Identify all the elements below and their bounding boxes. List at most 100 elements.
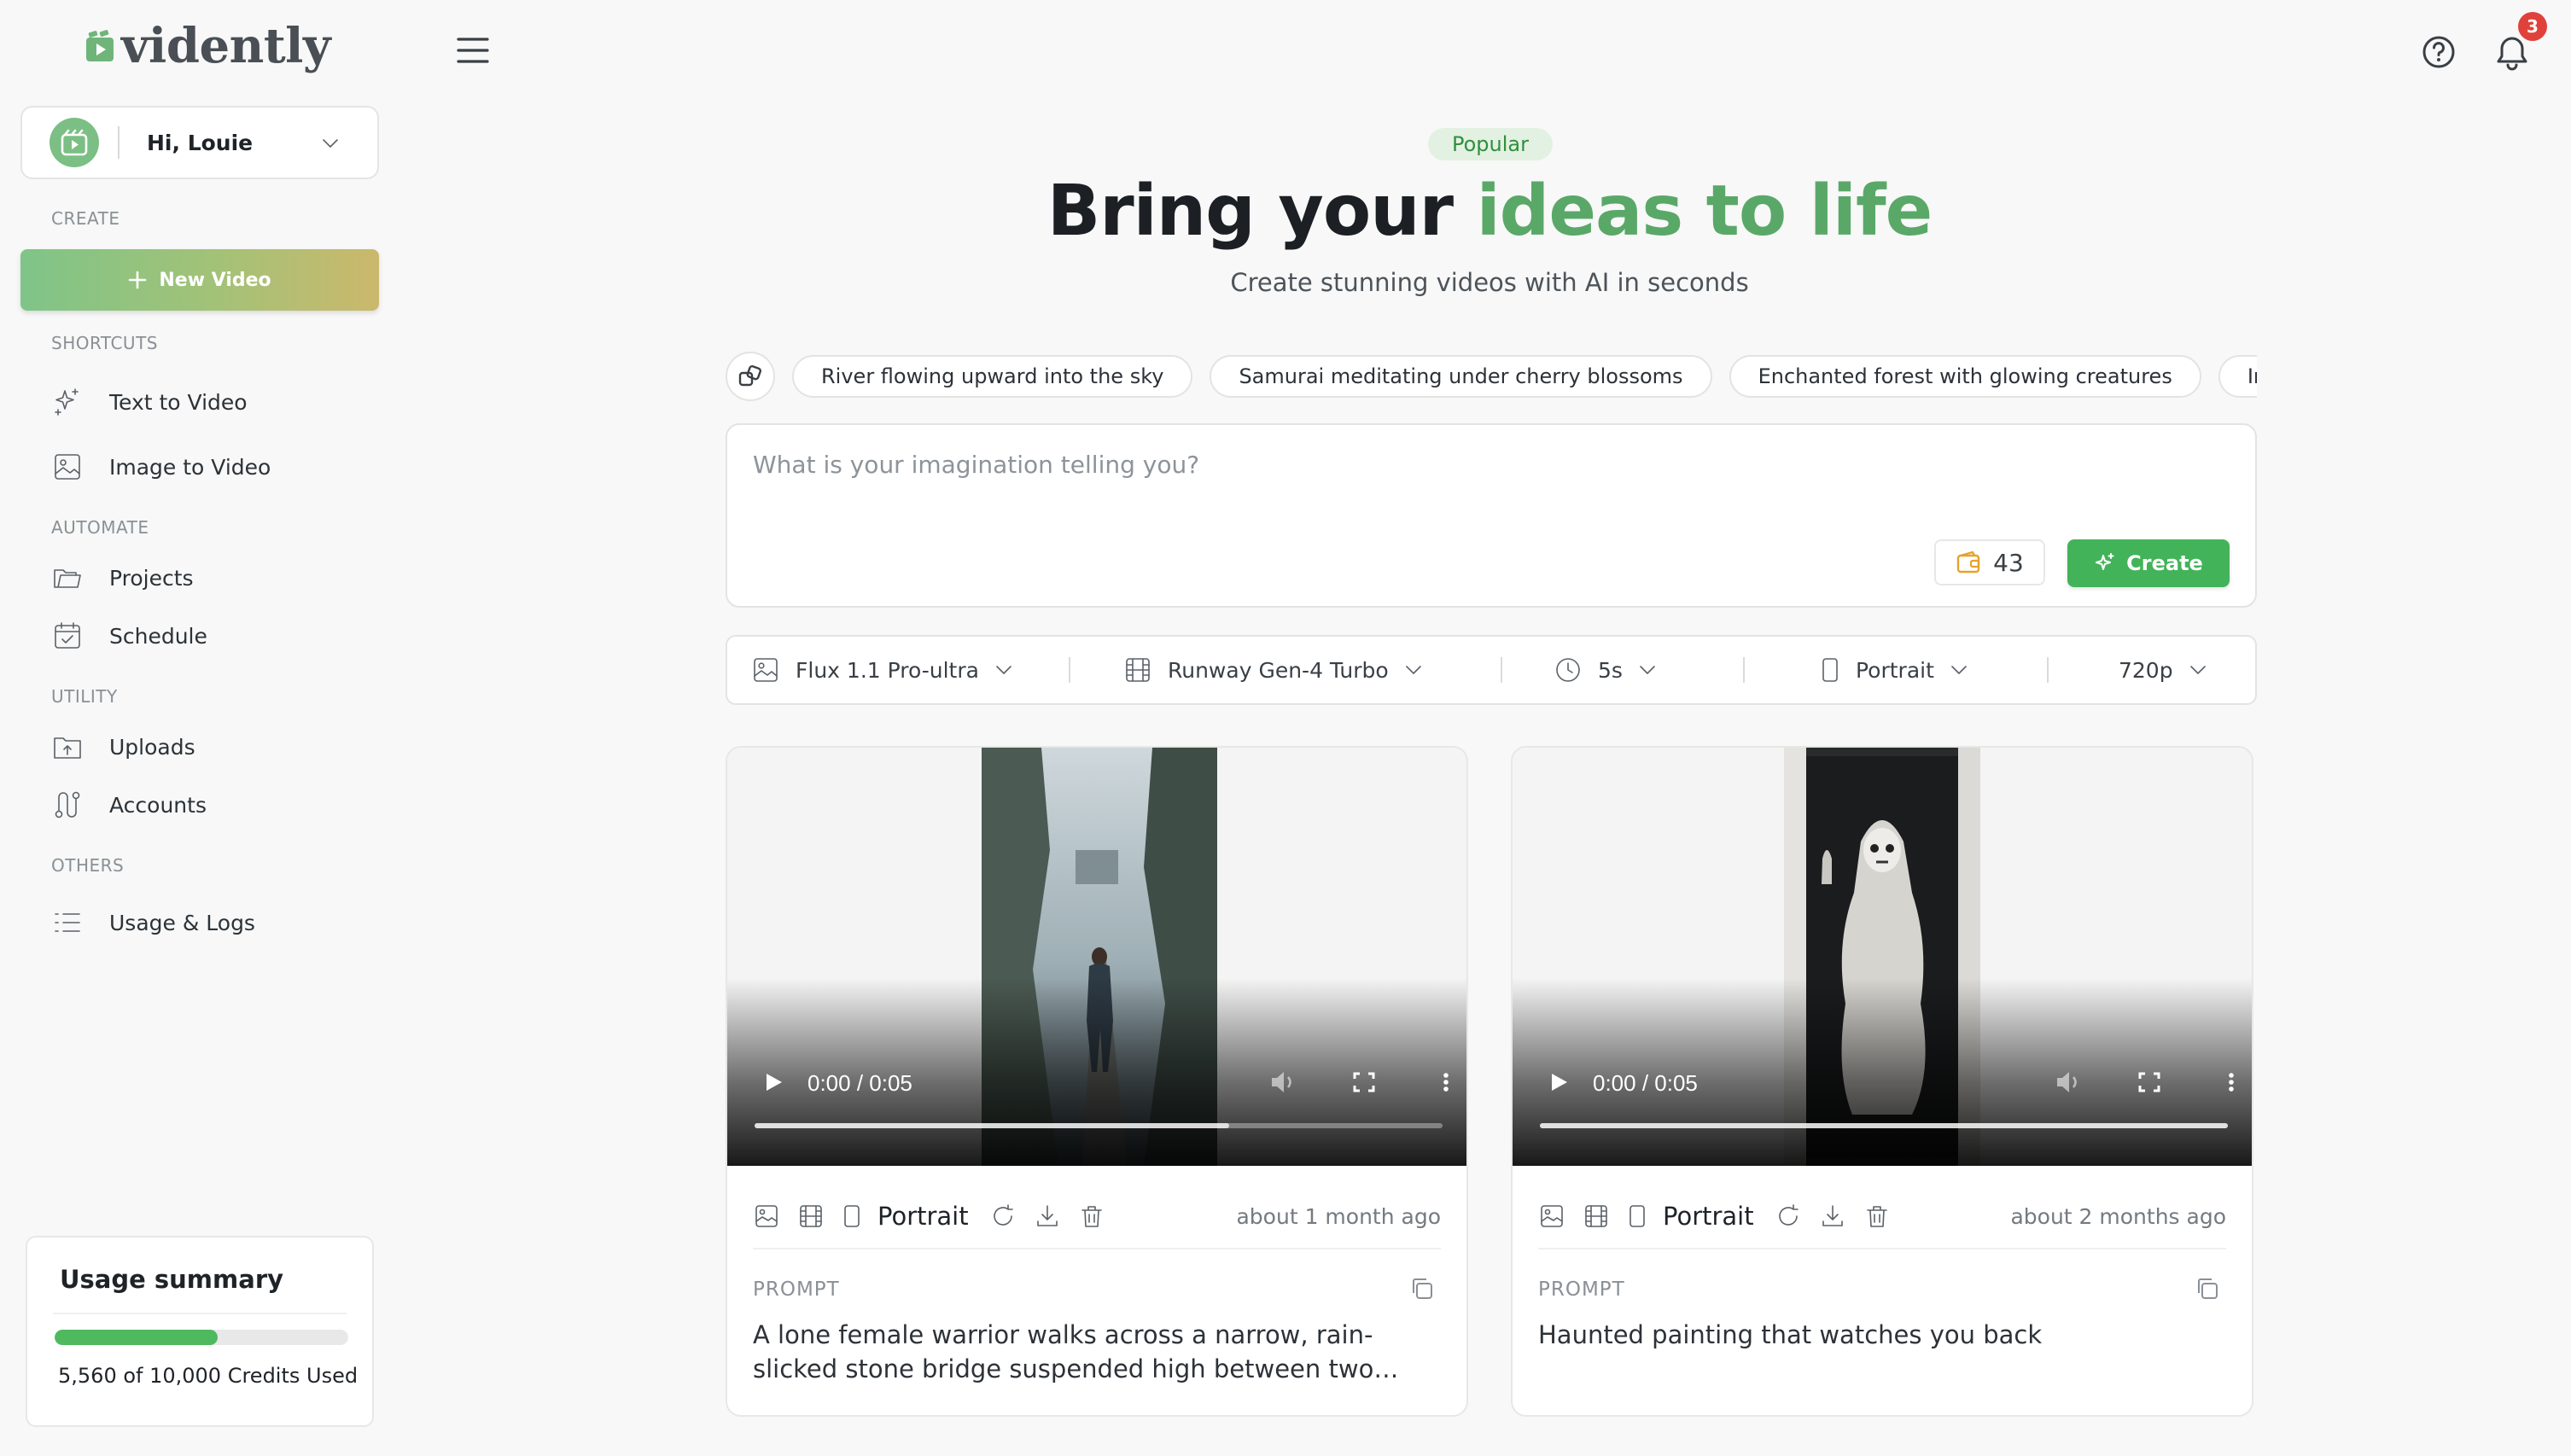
usage-summary-card: Usage summary 5,560 of 10,000 Credits Us… [26,1236,374,1427]
refresh-icon[interactable] [1775,1203,1802,1230]
sidebar-item-image-to-video[interactable]: Image to Video [51,451,271,483]
sidebar-item-schedule[interactable]: Schedule [51,620,207,652]
help-button[interactable] [2421,34,2457,70]
sidebar-item-label: Image to Video [109,454,271,480]
duration-value: 5s [1598,657,1623,683]
image-icon[interactable] [753,1203,780,1230]
video-time: 0:00 / 0:05 [1593,1070,1698,1096]
resolution-select[interactable]: 720p [2119,637,2207,703]
divider [1538,1248,2226,1249]
play-icon[interactable] [756,1063,790,1101]
wallet-icon [1956,550,1980,574]
prompt-label: PROMPT [753,1278,840,1301]
sidebar-item-uploads[interactable]: Uploads [51,731,195,763]
hero-title-accent: ideas to life [1476,171,1933,252]
usage-title: Usage summary [60,1265,284,1294]
hamburger-icon [457,38,489,63]
divider [53,1313,347,1314]
video-player[interactable]: 0:00 / 0:05 [727,748,1466,1166]
film-icon[interactable] [797,1203,825,1230]
sidebar-item-accounts[interactable]: Accounts [51,789,207,821]
menu-toggle-button[interactable] [456,36,490,65]
suggestion-chip[interactable]: Samurai meditating under cherry blossoms [1210,355,1712,398]
video-progress-bar[interactable] [755,1123,1443,1128]
fullscreen-icon[interactable] [1347,1063,1381,1101]
image-icon [55,454,80,480]
video-card: 0:00 / 0:05 Portrait [726,746,1468,1417]
sidebar-item-usage-logs[interactable]: Usage & Logs [51,906,255,939]
help-icon [2422,36,2455,68]
film-icon [1126,658,1150,682]
video-progress-bar[interactable] [1540,1123,2228,1128]
logo-icon [86,30,114,61]
portrait-icon [1822,658,1838,682]
list-icon [55,913,80,932]
divider [1069,657,1070,683]
trash-icon[interactable] [1863,1203,1891,1230]
suggestion-chip[interactable]: Infi [2218,355,2257,398]
orientation-value: Portrait [1856,657,1934,683]
sidebar-item-label: Accounts [109,792,207,818]
fullscreen-icon[interactable] [2132,1063,2166,1101]
user-menu[interactable]: Hi, Louie [20,106,379,179]
image-model-select[interactable]: Flux 1.1 Pro-ultra [751,637,1013,703]
bell-icon [2497,37,2527,71]
resolution-value: 720p [2119,657,2173,683]
usage-text: 5,560 of 10,000 Credits Used [58,1364,359,1388]
credits-counter: 43 [1934,539,2045,585]
usage-progress-fill [55,1330,219,1345]
copy-icon[interactable] [2194,1275,2221,1302]
suggestion-chip[interactable]: Enchanted forest with glowing creatures [1729,355,2201,398]
orientation-select[interactable]: Portrait [1820,637,1968,703]
chevron-down-icon [323,139,338,148]
credits-value: 43 [1993,548,2024,577]
clock-icon [1556,658,1580,682]
suggestion-chip[interactable]: River flowing upward into the sky [792,355,1193,398]
video-card-toolbar: Portrait about 1 month ago [753,1195,1441,1238]
prompt-input[interactable] [753,451,2204,479]
trash-icon[interactable] [1078,1203,1105,1230]
more-options-icon[interactable] [1429,1063,1463,1101]
video-prompt-text: A lone female warrior walks across a nar… [753,1320,1374,1383]
video-model-select[interactable]: Runway Gen-4 Turbo [1123,637,1423,703]
video-progress-buffered [1540,1123,2228,1128]
section-utility: UTILITY [51,686,118,707]
hero-subtitle: Create stunning videos with AI in second… [1230,268,1749,297]
brand-logo[interactable]: vidently [85,18,331,74]
divider [753,1248,1441,1249]
sidebar-item-label: Text to Video [109,389,248,415]
image-icon[interactable] [1538,1203,1565,1230]
prompt-box: 43 Create [726,423,2257,608]
refresh-icon[interactable] [989,1203,1017,1230]
section-automate: AUTOMATE [51,517,149,538]
volume-icon[interactable] [1265,1063,1299,1101]
volume-icon[interactable] [2050,1063,2084,1101]
divider [1743,657,1745,683]
play-icon[interactable] [1542,1063,1576,1101]
sidebar-item-projects[interactable]: Projects [51,562,194,594]
video-player[interactable]: 0:00 / 0:05 [1513,748,2252,1166]
shuffle-suggestions-button[interactable] [726,352,775,401]
duration-select[interactable]: 5s [1554,637,1657,703]
sidebar-item-text-to-video[interactable]: Text to Video [51,386,248,418]
suggestion-chips: River flowing upward into the sky Samura… [726,348,2257,405]
download-icon[interactable] [1034,1203,1061,1230]
hero-title-part1: Bring your [1046,171,1477,252]
create-button[interactable]: Create [2067,539,2230,587]
user-greeting: Hi, Louie [147,130,254,155]
divider [1501,657,1502,683]
brand-name: vidently [121,18,331,74]
divider [118,126,120,159]
section-shortcuts: SHORTCUTS [51,333,158,353]
download-icon[interactable] [1819,1203,1846,1230]
film-icon[interactable] [1583,1203,1610,1230]
video-timestamp: about 1 month ago [1236,1203,1441,1229]
popular-badge: Popular [1428,128,1553,160]
video-model-value: Runway Gen-4 Turbo [1168,657,1389,683]
notification-count-badge: 3 [2518,12,2547,41]
image-model-value: Flux 1.1 Pro-ultra [796,657,979,683]
notifications-button[interactable] [2494,34,2530,72]
more-options-icon[interactable] [2214,1063,2248,1101]
copy-icon[interactable] [1408,1275,1436,1302]
prompt-label: PROMPT [1538,1278,1625,1301]
